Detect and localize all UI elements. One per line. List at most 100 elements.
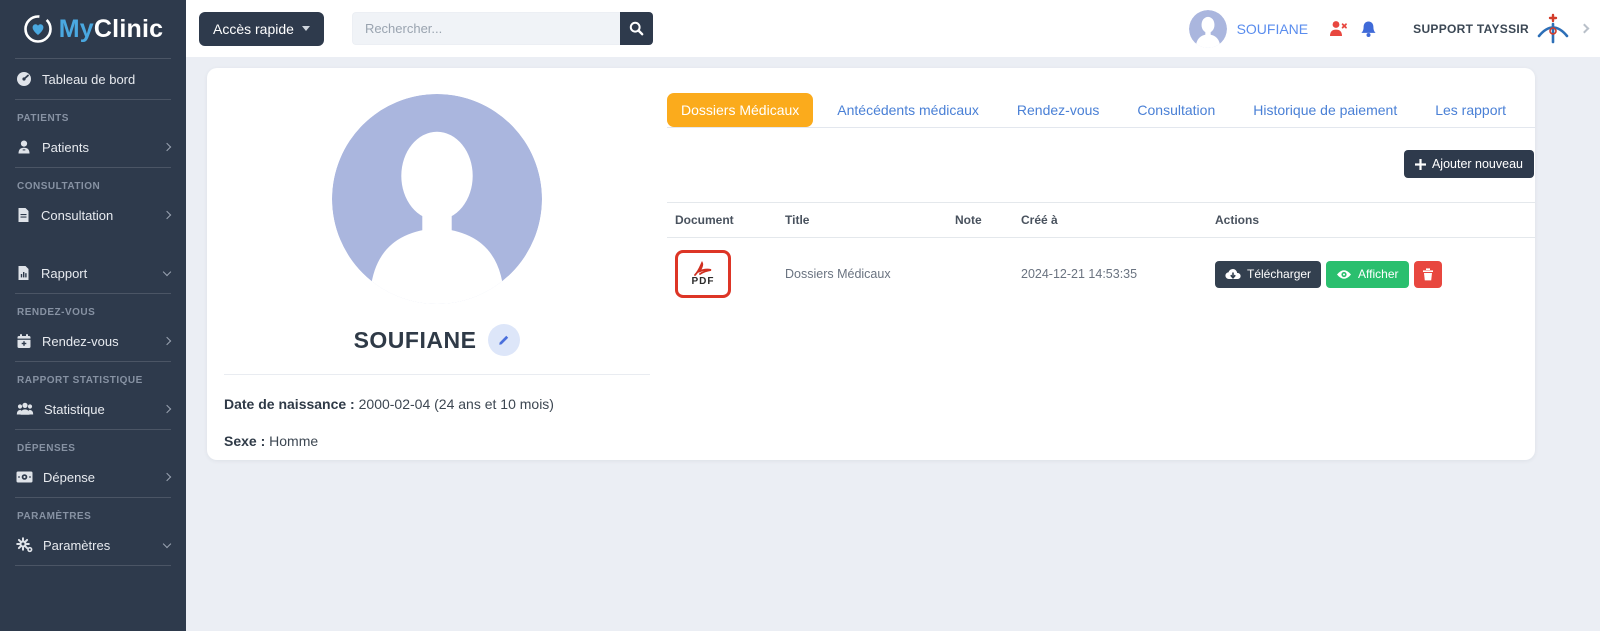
add-new-label: Ajouter nouveau <box>1432 157 1523 171</box>
app-root: MyClinic Tableau de bord PATIENTS Patien… <box>0 0 1600 631</box>
sidebar-item-consultation[interactable]: Consultation <box>0 195 186 235</box>
cloud-download-icon <box>1225 268 1241 280</box>
view-button[interactable]: Afficher <box>1326 261 1408 288</box>
patient-card: SOUFIANE Date de naissance : 2000-02-04 … <box>207 68 1535 460</box>
support-label: SUPPORT TAYSSIR <box>1413 22 1529 36</box>
pdf-file-icon[interactable]: PDF <box>675 250 731 298</box>
sidebar-item-label: Consultation <box>41 208 113 223</box>
edit-patient-button[interactable] <box>488 324 520 356</box>
sidebar-item-depense[interactable]: Dépense <box>0 457 186 497</box>
patient-profile-panel: SOUFIANE Date de naissance : 2000-02-04 … <box>207 68 667 460</box>
sidebar-section-rendezvous: RENDEZ-VOUS <box>0 294 186 321</box>
logout-button[interactable] <box>1322 16 1354 41</box>
sidebar-item-label: Patients <box>42 140 89 155</box>
sidebar-item-rapport[interactable]: Rapport <box>0 253 186 293</box>
avatar-silhouette-icon <box>1189 10 1227 48</box>
file-icon <box>16 207 31 223</box>
tab-historique-paiement[interactable]: Historique de paiement <box>1239 93 1411 127</box>
tab-rendez-vous[interactable]: Rendez-vous <box>1003 93 1114 127</box>
tab-les-rapport[interactable]: Les rapport <box>1421 93 1520 127</box>
chevron-right-icon <box>163 143 171 151</box>
sidebar-item-rendezvous[interactable]: Rendez-vous <box>0 321 186 361</box>
avatar-silhouette-icon <box>332 94 542 304</box>
user-x-icon <box>1328 20 1348 37</box>
delete-button[interactable] <box>1414 261 1442 288</box>
quick-access-label: Accès rapide <box>213 21 294 37</box>
sidebar-item-parametres[interactable]: Paramètres <box>0 525 186 565</box>
dashboard-icon <box>16 71 32 87</box>
note-cell <box>947 262 1013 286</box>
col-note: Note <box>947 203 1013 237</box>
sidebar-section-statistique: RAPPORT STATISTIQUE <box>0 362 186 389</box>
bell-icon <box>1360 20 1377 38</box>
sidebar-item-label: Paramètres <box>43 538 110 553</box>
calendar-plus-icon <box>16 333 32 349</box>
notifications-button[interactable] <box>1354 16 1383 42</box>
divider <box>15 565 171 566</box>
pdf-swoosh-icon <box>691 261 715 277</box>
col-title: Title <box>777 203 947 237</box>
view-label: Afficher <box>1358 267 1398 281</box>
eye-icon <box>1336 269 1352 280</box>
sidebar-item-dashboard[interactable]: Tableau de bord <box>0 59 186 99</box>
money-icon <box>16 469 33 485</box>
patient-avatar <box>332 94 542 304</box>
caret-down-icon <box>302 26 310 31</box>
sex-value: Homme <box>269 433 318 449</box>
trash-icon <box>1422 267 1434 281</box>
plus-icon <box>1415 159 1426 170</box>
sex-label: Sexe : <box>224 433 265 449</box>
table-header-row: Document Title Note Créé à Actions <box>667 202 1535 238</box>
quick-access-button[interactable]: Accès rapide <box>199 12 324 46</box>
support-link[interactable]: SUPPORT TAYSSIR <box>1413 11 1588 47</box>
patient-icon <box>16 139 32 155</box>
chevron-down-icon <box>163 267 171 275</box>
sidebar-item-label: Tableau de bord <box>42 72 135 87</box>
sidebar-item-label: Rapport <box>41 266 87 281</box>
download-label: Télécharger <box>1247 267 1311 281</box>
sidebar: MyClinic Tableau de bord PATIENTS Patien… <box>0 0 186 631</box>
tab-consultation[interactable]: Consultation <box>1123 93 1229 127</box>
sidebar-item-statistique[interactable]: Statistique <box>0 389 186 429</box>
topbar: Accès rapide SOUFIANE <box>186 0 1600 57</box>
download-button[interactable]: Télécharger <box>1215 261 1321 288</box>
user-avatar[interactable] <box>1189 10 1227 48</box>
patient-sex-line: Sexe : Homme <box>224 433 650 449</box>
report-icon <box>16 265 31 281</box>
actions-cell: Télécharger Afficher <box>1207 249 1535 300</box>
sidebar-item-patients[interactable]: Patients <box>0 127 186 167</box>
chevron-right-icon <box>1580 24 1590 34</box>
topbar-username[interactable]: SOUFIANE <box>1237 21 1309 37</box>
search-box <box>352 12 653 45</box>
table-row: PDF Dossiers Médicaux 2024-12-21 14:53:3… <box>667 238 1535 310</box>
tabs-bar: Dossiers Médicaux Antécédents médicaux R… <box>667 93 1535 128</box>
chevron-right-icon <box>163 405 171 413</box>
patient-name: SOUFIANE <box>354 327 477 354</box>
topbar-right: SOUFIANE SUPPORT TAYSSIR <box>1189 10 1588 48</box>
brand-logo[interactable]: MyClinic <box>0 0 186 58</box>
chevron-down-icon <box>163 539 171 547</box>
sidebar-section-patients: PATIENTS <box>0 100 186 127</box>
pencil-icon <box>497 333 511 347</box>
dob-value: 2000-02-04 (24 ans et 10 mois) <box>359 396 554 412</box>
divider <box>224 374 650 375</box>
col-actions: Actions <box>1207 203 1535 237</box>
search-input[interactable] <box>352 12 620 45</box>
chevron-right-icon <box>163 337 171 345</box>
brand-name: MyClinic <box>59 15 163 44</box>
people-group-icon <box>16 401 34 417</box>
search-button[interactable] <box>620 12 653 45</box>
spacer <box>0 235 186 253</box>
document-cell: PDF <box>667 238 777 310</box>
patient-dob-line: Date de naissance : 2000-02-04 (24 ans e… <box>224 396 650 412</box>
tab-antecedents-medicaux[interactable]: Antécédents médicaux <box>823 93 993 127</box>
add-new-button[interactable]: Ajouter nouveau <box>1404 150 1534 178</box>
tab-dossiers-medicaux[interactable]: Dossiers Médicaux <box>667 93 813 127</box>
sidebar-item-label: Rendez-vous <box>42 334 119 349</box>
dob-label: Date de naissance : <box>224 396 355 412</box>
created-at-cell: 2024-12-21 14:53:35 <box>1013 255 1207 293</box>
sidebar-section-consultation: CONSULTATION <box>0 168 186 195</box>
col-document: Document <box>667 203 777 237</box>
search-icon <box>629 21 644 36</box>
patient-name-row: SOUFIANE <box>224 324 650 356</box>
